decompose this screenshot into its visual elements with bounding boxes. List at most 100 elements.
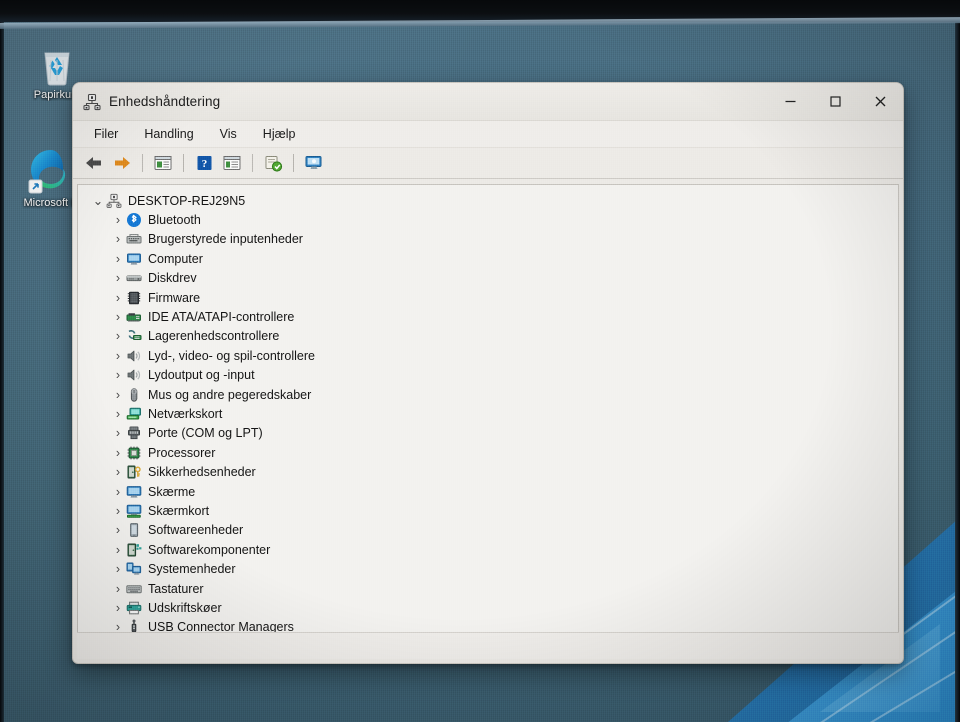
- chevron-right-icon[interactable]: ›: [110, 523, 126, 537]
- chevron-right-icon[interactable]: ›: [110, 329, 126, 343]
- window-title: Enhedshåndtering: [109, 94, 221, 109]
- chevron-right-icon[interactable]: ›: [110, 620, 126, 632]
- help-icon[interactable]: ?: [191, 151, 217, 175]
- monitor-icon: [126, 484, 142, 500]
- tree-item[interactable]: › Lagerenhedscontrollere: [88, 327, 898, 346]
- chevron-right-icon[interactable]: ›: [110, 426, 126, 440]
- tree-item[interactable]: › Softwarekomponenter: [88, 540, 898, 559]
- menu-item-hjaelp[interactable]: Hjælp: [254, 125, 305, 143]
- tree-item-label: Skærmkort: [148, 503, 210, 518]
- chevron-right-icon[interactable]: ›: [110, 310, 126, 324]
- tree-item[interactable]: › Systemenheder: [88, 559, 898, 578]
- tree-item[interactable]: › Diskdrev: [88, 269, 898, 288]
- chevron-right-icon[interactable]: ›: [110, 465, 126, 479]
- network-adapter-icon: [126, 406, 142, 422]
- device-tree-panel[interactable]: ⌄ DESKTOP-REJ29N5 › Bluetooth › Brugerst…: [77, 184, 899, 632]
- mouse-icon: [126, 387, 142, 403]
- chevron-right-icon[interactable]: ›: [110, 601, 126, 615]
- chevron-right-icon[interactable]: ›: [110, 349, 126, 363]
- chevron-right-icon[interactable]: ›: [110, 271, 126, 285]
- tree-item[interactable]: › USB Connector Managers: [88, 618, 898, 632]
- monitor-bezel-left: [0, 0, 4, 722]
- usb-connector-icon: [126, 619, 142, 632]
- tree-item[interactable]: › Brugerstyrede inputenheder: [88, 230, 898, 249]
- menu-item-filer[interactable]: Filer: [85, 125, 127, 143]
- tree-item[interactable]: › Firmware: [88, 288, 898, 307]
- computer-icon: [126, 251, 142, 267]
- tree-item[interactable]: › IDE ATA/ATAPI-controllere: [88, 307, 898, 326]
- tree-item-label: Lagerenhedscontrollere: [148, 329, 280, 344]
- tree-item[interactable]: › Mus og andre pegeredskaber: [88, 385, 898, 404]
- sound-video-game-icon: [126, 348, 142, 364]
- tree-root-node[interactable]: ⌄ DESKTOP-REJ29N5: [88, 191, 898, 210]
- device-tree[interactable]: ⌄ DESKTOP-REJ29N5 › Bluetooth › Brugerst…: [78, 185, 898, 632]
- window-controls: [768, 83, 903, 120]
- monitor-bezel-top: [0, 0, 960, 22]
- chevron-right-icon[interactable]: ›: [110, 232, 126, 246]
- chevron-right-icon[interactable]: ›: [110, 582, 126, 596]
- update-driver-icon[interactable]: [301, 151, 327, 175]
- tree-item[interactable]: › Netværkskort: [88, 404, 898, 423]
- chevron-down-icon[interactable]: ⌄: [90, 193, 106, 208]
- title-bar[interactable]: Enhedshåndtering: [73, 83, 903, 121]
- maximize-button[interactable]: [813, 83, 858, 120]
- menu-item-handling[interactable]: Handling: [135, 125, 202, 143]
- print-queue-icon: [126, 600, 142, 616]
- tree-item[interactable]: › Lyd-, video- og spil-controllere: [88, 346, 898, 365]
- scan-for-hardware-changes-icon[interactable]: [260, 151, 286, 175]
- back-icon[interactable]: [81, 151, 107, 175]
- computer-root-icon: [106, 193, 122, 209]
- chevron-right-icon[interactable]: ›: [110, 388, 126, 402]
- recycle-bin-icon: [20, 40, 94, 86]
- tree-item[interactable]: › Tastaturer: [88, 579, 898, 598]
- chevron-right-icon[interactable]: ›: [110, 562, 126, 576]
- disk-drive-icon: [126, 270, 142, 286]
- tree-item-label: Porte (COM og LPT): [148, 426, 263, 441]
- tree-item[interactable]: › Udskriftskøer: [88, 598, 898, 617]
- chevron-right-icon[interactable]: ›: [110, 407, 126, 421]
- status-bar: [77, 632, 899, 659]
- tree-item[interactable]: › Skærmkort: [88, 501, 898, 520]
- processor-icon: [126, 445, 142, 461]
- close-button[interactable]: [858, 83, 903, 120]
- chevron-right-icon[interactable]: ›: [110, 504, 126, 518]
- tree-item-label: Udskriftskøer: [148, 600, 222, 615]
- forward-icon[interactable]: [109, 151, 135, 175]
- security-device-icon: [126, 464, 142, 480]
- chevron-right-icon[interactable]: ›: [110, 368, 126, 382]
- chevron-right-icon[interactable]: ›: [110, 543, 126, 557]
- tree-item[interactable]: › Bluetooth: [88, 210, 898, 229]
- properties-icon[interactable]: [150, 151, 176, 175]
- tree-item[interactable]: › Porte (COM og LPT): [88, 424, 898, 443]
- audio-io-icon: [126, 367, 142, 383]
- tree-item[interactable]: › Sikkerhedsenheder: [88, 462, 898, 481]
- ide-controller-icon: [126, 309, 142, 325]
- chevron-right-icon[interactable]: ›: [110, 291, 126, 305]
- tree-item[interactable]: › Processorer: [88, 443, 898, 462]
- tree-item[interactable]: › Lydoutput og -input: [88, 366, 898, 385]
- tree-item-label: Softwareenheder: [148, 523, 244, 538]
- menu-bar: Filer Handling Vis Hjælp: [73, 121, 903, 148]
- tree-item[interactable]: › Skærme: [88, 482, 898, 501]
- chevron-right-icon[interactable]: ›: [110, 485, 126, 499]
- chevron-right-icon[interactable]: ›: [110, 252, 126, 266]
- tree-item[interactable]: › Computer: [88, 249, 898, 268]
- show-hidden-devices-icon[interactable]: [219, 151, 245, 175]
- keyboard-icon: [126, 581, 142, 597]
- software-device-icon: [126, 522, 142, 538]
- tree-item-label: Lydoutput og -input: [148, 368, 255, 383]
- device-manager-window[interactable]: Enhedshåndtering Filer Handling Vis Hjæl…: [72, 82, 904, 664]
- chevron-right-icon[interactable]: ›: [110, 446, 126, 460]
- tree-item-label: Tastaturer: [148, 581, 204, 596]
- device-manager-icon: [83, 93, 101, 111]
- bluetooth-icon: [126, 212, 142, 228]
- minimize-button[interactable]: [768, 83, 813, 120]
- tree-item-label: Bluetooth: [148, 213, 201, 228]
- tree-item[interactable]: › Softwareenheder: [88, 521, 898, 540]
- menu-item-vis[interactable]: Vis: [211, 125, 246, 143]
- display-adapter-icon: [126, 503, 142, 519]
- toolbar-separator: [142, 154, 143, 172]
- tree-item-label: IDE ATA/ATAPI-controllere: [148, 310, 295, 325]
- tree-item-label: Diskdrev: [148, 271, 197, 286]
- chevron-right-icon[interactable]: ›: [110, 213, 126, 227]
